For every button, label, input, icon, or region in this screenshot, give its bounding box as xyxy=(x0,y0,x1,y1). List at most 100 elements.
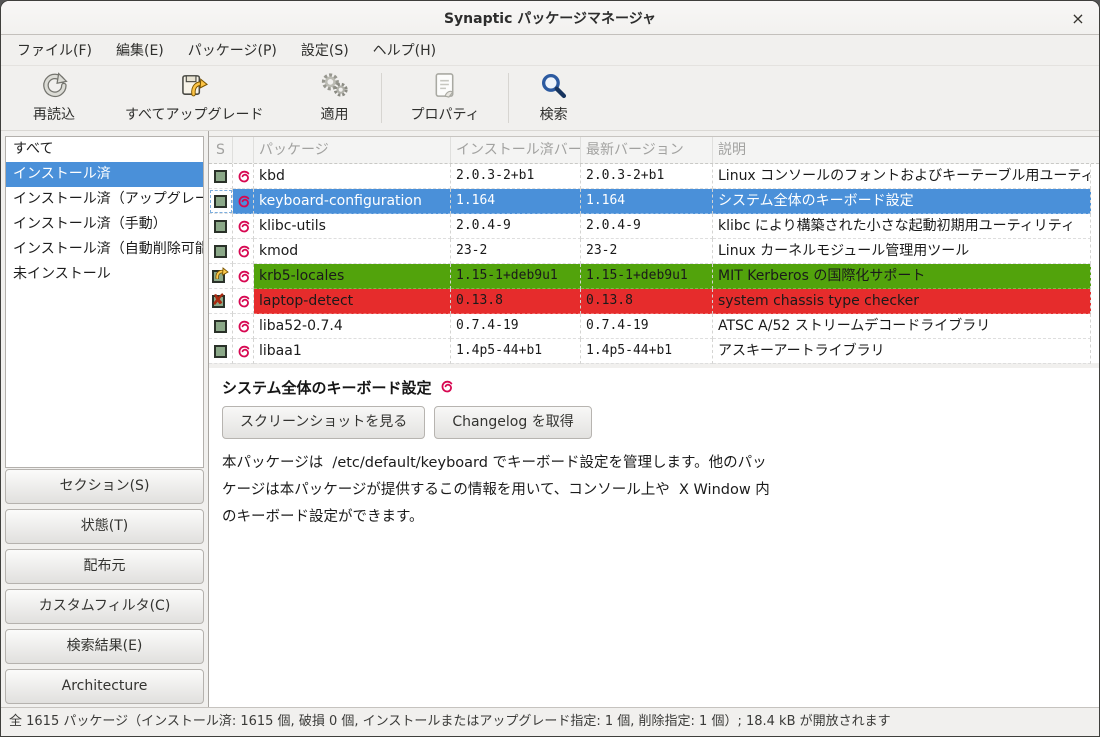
filter-all[interactable]: すべて xyxy=(6,137,203,162)
properties-icon xyxy=(432,72,458,103)
menu-file[interactable]: ファイル(F) xyxy=(5,35,104,65)
get-changelog-button[interactable]: Changelog を取得 xyxy=(434,406,591,439)
debian-swirl-icon xyxy=(233,314,254,339)
debian-swirl-icon xyxy=(233,214,254,239)
custom-filters-button[interactable]: カスタムフィルタ(C) xyxy=(5,589,204,624)
details-title: システム全体のキーボード設定 xyxy=(222,377,432,398)
filter-list: すべて インストール済 インストール済（アップグレード可） インストール済（手動… xyxy=(5,136,204,468)
table-row-selected[interactable]: keyboard-configuration 1.164 1.164 システム全… xyxy=(209,189,1099,214)
status-cell: ✘ xyxy=(209,289,233,314)
table-header: S パッケージ インストール済バージョン 最新バージョン 説明 xyxy=(209,137,1099,164)
upgrade-all-button[interactable]: すべてアップグレード xyxy=(111,69,277,127)
status-cell xyxy=(209,164,233,189)
debian-swirl-icon xyxy=(233,189,254,214)
latest-version: 1.4p5-44+b1 xyxy=(581,339,713,364)
toolbar-separator xyxy=(508,73,509,123)
status-cell xyxy=(209,239,233,264)
reload-button[interactable]: 再読込 xyxy=(19,69,89,127)
statusbar-text: 全 1615 パッケージ（インストール済: 1615 個, 破損 0 個, イン… xyxy=(9,714,891,729)
main-area: すべて インストール済 インストール済（アップグレード可） インストール済（手動… xyxy=(1,131,1099,707)
installed-status-icon xyxy=(214,320,227,333)
sections-button[interactable]: セクション(S) xyxy=(5,469,204,504)
menu-help[interactable]: ヘルプ(H) xyxy=(361,35,448,65)
debian-swirl-icon xyxy=(233,164,254,189)
installed-version: 23-2 xyxy=(451,239,581,264)
toolbar-separator xyxy=(381,73,382,123)
package-name: laptop-detect xyxy=(254,289,451,314)
package-name: keyboard-configuration xyxy=(254,189,451,214)
latest-version: 0.7.4-19 xyxy=(581,314,713,339)
menu-settings[interactable]: 設定(S) xyxy=(289,35,361,65)
installed-version: 2.0.4-9 xyxy=(451,214,581,239)
architecture-button[interactable]: Architecture xyxy=(5,669,204,704)
col-description[interactable]: 説明 xyxy=(713,137,1099,163)
package-name: kbd xyxy=(254,164,451,189)
search-results-button[interactable]: 検索結果(E) xyxy=(5,629,204,664)
installed-version: 2.0.3-2+b1 xyxy=(451,164,581,189)
col-latest-version[interactable]: 最新バージョン xyxy=(581,137,713,163)
refresh-icon xyxy=(41,72,68,103)
content-pane: S パッケージ インストール済バージョン 最新バージョン 説明 kbd 2.0.… xyxy=(209,131,1099,707)
latest-version: 1.15-1+deb9u1 xyxy=(581,264,713,289)
installed-version: 1.4p5-44+b1 xyxy=(451,339,581,364)
properties-label: プロパティ xyxy=(410,104,479,124)
search-label: 検索 xyxy=(540,104,568,124)
table-row-marked-upgrade[interactable]: krb5-locales 1.15-1+deb9u1 1.15-1+deb9u1… xyxy=(209,264,1099,289)
installed-version: 1.164 xyxy=(451,189,581,214)
filter-installed-autoremovable[interactable]: インストール済（自動削除可能） xyxy=(6,237,203,262)
installed-version: 0.13.8 xyxy=(451,289,581,314)
package-name: klibc-utils xyxy=(254,214,451,239)
filter-installed[interactable]: インストール済 xyxy=(6,162,203,187)
status-button[interactable]: 状態(T) xyxy=(5,509,204,544)
window-title: Synaptic パッケージマネージャ xyxy=(444,8,656,28)
package-name: libaa1 xyxy=(254,339,451,364)
filter-installed-manual[interactable]: インストール済（手動） xyxy=(6,212,203,237)
filter-installed-upgradable[interactable]: インストール済（アップグレード可） xyxy=(6,187,203,212)
table-row-marked-remove[interactable]: ✘ laptop-detect 0.13.8 0.13.8 system cha… xyxy=(209,289,1099,314)
status-cell xyxy=(209,264,233,289)
table-row[interactable]: liba52-0.7.4 0.7.4-19 0.7.4-19 ATSC A/52… xyxy=(209,314,1099,339)
col-package[interactable]: パッケージ xyxy=(254,137,451,163)
package-description: システム全体のキーボード設定 xyxy=(713,189,1091,214)
latest-version: 2.0.3-2+b1 xyxy=(581,164,713,189)
installed-version: 0.7.4-19 xyxy=(451,314,581,339)
apply-gears-icon xyxy=(320,72,349,103)
latest-version: 0.13.8 xyxy=(581,289,713,314)
remove-status-icon: ✘ xyxy=(212,293,230,310)
package-name: kmod xyxy=(254,239,451,264)
close-icon[interactable]: × xyxy=(1067,8,1089,30)
filter-not-installed[interactable]: 未インストール xyxy=(6,262,203,287)
titlebar[interactable]: Synaptic パッケージマネージャ × xyxy=(1,1,1099,35)
status-cell xyxy=(209,339,233,364)
status-cell xyxy=(209,314,233,339)
table-row[interactable]: kbd 2.0.3-2+b1 2.0.3-2+b1 Linux コンソールのフォ… xyxy=(209,164,1099,189)
col-supported[interactable] xyxy=(233,137,254,163)
installed-status-icon xyxy=(214,170,227,183)
installed-status-icon xyxy=(214,245,227,258)
latest-version: 23-2 xyxy=(581,239,713,264)
debian-swirl-icon xyxy=(233,264,254,289)
col-installed-version[interactable]: インストール済バージョン xyxy=(451,137,581,163)
table-row[interactable]: libaa1 1.4p5-44+b1 1.4p5-44+b1 アスキーアートライ… xyxy=(209,339,1099,364)
debian-swirl-icon xyxy=(233,239,254,264)
package-description: アスキーアートライブラリ xyxy=(713,339,1091,364)
menu-package[interactable]: パッケージ(P) xyxy=(176,35,289,65)
package-name: krb5-locales xyxy=(254,264,451,289)
statusbar: 全 1615 パッケージ（インストール済: 1615 個, 破損 0 個, イン… xyxy=(1,707,1099,736)
synaptic-window: Synaptic パッケージマネージャ × ファイル(F) 編集(E) パッケー… xyxy=(0,0,1100,737)
view-screenshot-button[interactable]: スクリーンショットを見る xyxy=(222,406,425,439)
menubar: ファイル(F) 編集(E) パッケージ(P) 設定(S) ヘルプ(H) xyxy=(1,35,1099,66)
table-row[interactable]: klibc-utils 2.0.4-9 2.0.4-9 klibc により構築さ… xyxy=(209,214,1099,239)
origin-button[interactable]: 配布元 xyxy=(5,549,204,584)
menu-edit[interactable]: 編集(E) xyxy=(104,35,176,65)
table-row[interactable]: kmod 23-2 23-2 Linux カーネルモジュール管理用ツール xyxy=(209,239,1099,264)
search-icon xyxy=(540,72,567,103)
search-button[interactable]: 検索 xyxy=(523,69,585,127)
installed-status-icon xyxy=(214,220,227,233)
sidebar-buttons: セクション(S) 状態(T) 配布元 カスタムフィルタ(C) 検索結果(E) A… xyxy=(1,469,208,707)
properties-button[interactable]: プロパティ xyxy=(396,69,493,127)
col-status[interactable]: S xyxy=(209,137,233,163)
apply-button[interactable]: 適用 xyxy=(303,69,365,127)
package-long-description: 本パッケージは /etc/default/keyboard でキーボード設定を管… xyxy=(222,450,1085,531)
debian-swirl-icon xyxy=(233,289,254,314)
